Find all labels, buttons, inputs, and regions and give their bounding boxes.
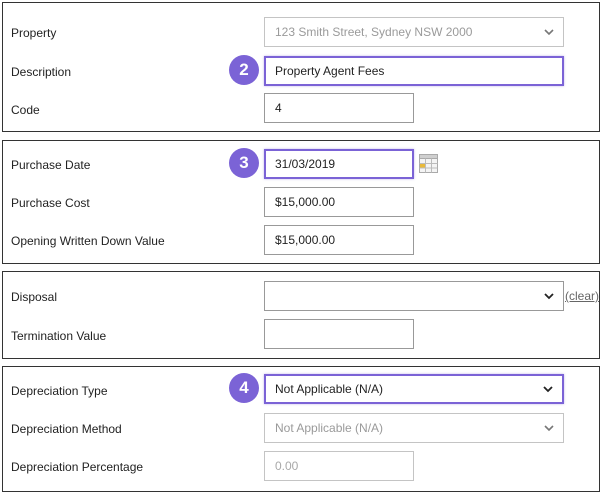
opening-wdv-value: $15,000.00 — [275, 233, 336, 247]
code-label: Code — [11, 103, 40, 117]
depreciation-percentage-placeholder: 0.00 — [275, 459, 299, 473]
step-badge-2: 2 — [229, 55, 259, 85]
description-input[interactable]: Property Agent Fees — [264, 56, 564, 86]
step-badge-4: 4 — [229, 373, 259, 403]
depreciation-type-select[interactable]: Not Applicable (N/A) — [264, 374, 564, 404]
disposal-section: Disposal (clear) Termination Value — [2, 271, 600, 359]
opening-wdv-input[interactable]: $15,000.00 — [264, 225, 414, 255]
property-details-section: Property 123 Smith Street, Sydney NSW 20… — [2, 2, 600, 132]
depreciation-method-select[interactable]: Not Applicable (N/A) — [264, 413, 564, 443]
chevron-down-icon — [544, 29, 554, 36]
code-value: 4 — [275, 101, 282, 115]
purchase-cost-label: Purchase Cost — [11, 196, 90, 210]
depreciation-percentage-input[interactable]: 0.00 — [264, 451, 414, 481]
depreciation-method-value: Not Applicable (N/A) — [275, 421, 384, 435]
purchase-cost-input[interactable]: $15,000.00 — [264, 187, 414, 217]
purchase-date-value: 31/03/2019 — [275, 157, 336, 171]
chevron-down-icon — [544, 293, 554, 300]
property-value: 123 Smith Street, Sydney NSW 2000 — [275, 25, 473, 39]
purchase-section: 3 Purchase Date 31/03/2019 Purchase Cost… — [2, 140, 600, 264]
opening-wdv-label: Opening Written Down Value — [11, 234, 165, 248]
chevron-down-icon — [544, 425, 554, 432]
purchase-date-label: Purchase Date — [11, 158, 91, 172]
depreciation-section: 4 Depreciation Type Not Applicable (N/A)… — [2, 366, 600, 492]
depreciation-percentage-label: Depreciation Percentage — [11, 460, 144, 474]
step-badge-3: 3 — [229, 148, 259, 178]
description-value: Property Agent Fees — [275, 64, 385, 78]
purchase-cost-value: $15,000.00 — [275, 195, 336, 209]
code-input[interactable]: 4 — [264, 93, 414, 123]
calendar-icon[interactable] — [419, 154, 438, 173]
chevron-down-icon — [543, 386, 553, 393]
property-label: Property — [11, 26, 57, 40]
disposal-select[interactable] — [264, 281, 564, 311]
depreciation-method-label: Depreciation Method — [11, 422, 122, 436]
disposal-clear-link[interactable]: (clear) — [565, 289, 599, 303]
disposal-label: Disposal — [11, 290, 58, 304]
depreciation-type-label: Depreciation Type — [11, 384, 108, 398]
description-label: Description — [11, 65, 72, 79]
termination-value-label: Termination Value — [11, 329, 107, 343]
depreciation-type-value: Not Applicable (N/A) — [275, 382, 384, 396]
property-select[interactable]: 123 Smith Street, Sydney NSW 2000 — [264, 17, 564, 47]
purchase-date-input[interactable]: 31/03/2019 — [264, 149, 414, 179]
termination-value-input[interactable] — [264, 319, 414, 349]
